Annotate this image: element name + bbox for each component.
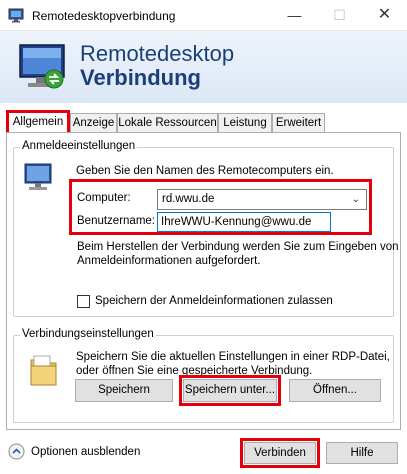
hide-options-link[interactable]: Optionen ausblenden [31,445,140,460]
tab-leistung[interactable]: Leistung [218,113,272,134]
save-credentials-label[interactable]: Speichern der Anmeldeinformationen zulas… [95,294,333,309]
folder-icon [30,355,57,386]
footer: Optionen ausblenden Verbinden Hilfe [0,432,407,474]
computer-value: rd.wwu.de [162,193,215,205]
tab-erweitert[interactable]: Erweitert [272,113,325,134]
header-banner: Remotedesktop Verbindung [0,31,407,103]
logon-group-title: Anmeldeeinstellungen [20,140,138,152]
chevron-down-icon[interactable]: ⌄ [352,190,360,209]
minimize-button[interactable]: — [272,0,317,30]
tab-anzeige[interactable]: Anzeige [70,113,117,134]
prompt-line2: Anmeldeinformationen aufgefordert. [77,255,261,267]
computer-label: Computer: [77,192,131,204]
computer-combobox[interactable]: rd.wwu.de ⌄ [157,189,367,210]
tab-strip: Allgemein Anzeige Lokale Ressourcen Leis… [0,103,407,135]
save-button[interactable]: Speichern [75,379,173,402]
username-label: Benutzername: [77,215,155,227]
connect-button[interactable]: Verbinden [244,442,316,464]
computer-icon [24,163,52,190]
close-button[interactable]: ✕ [362,0,407,30]
remote-desktop-icon [8,8,24,23]
save-as-button[interactable]: Speichern unter... [183,379,277,402]
save-credentials-checkbox[interactable] [77,295,90,308]
monitor-connection-icon [19,44,65,89]
help-button[interactable]: Hilfe [326,442,398,464]
title-bar: Remotedesktopverbindung — ☐ ✕ [0,0,407,31]
banner-title-line2: Verbindung [80,65,201,90]
maximize-button[interactable]: ☐ [317,0,362,30]
logon-instruction: Geben Sie den Namen des Remotecomputers … [76,165,334,177]
window-title: Remotedesktopverbindung [32,9,176,23]
prompt-line1: Beim Herstellen der Verbindung werden Si… [77,241,399,253]
connection-group-title: Verbindungseinstellungen [20,328,156,340]
banner-title-line1: Remotedesktop [80,41,235,66]
chevron-up-circle-icon[interactable] [8,443,25,460]
username-field[interactable]: IhreWWU-Kennung@wwu.de [157,212,331,232]
tab-lokale-ressourcen[interactable]: Lokale Ressourcen [117,113,218,134]
connection-desc-line1: Speichern Sie die aktuellen Einstellunge… [76,351,390,363]
tab-panel-allgemein: Anmeldeeinstellungen Geben Sie den Namen… [6,132,401,430]
open-button[interactable]: Öffnen... [289,379,381,402]
